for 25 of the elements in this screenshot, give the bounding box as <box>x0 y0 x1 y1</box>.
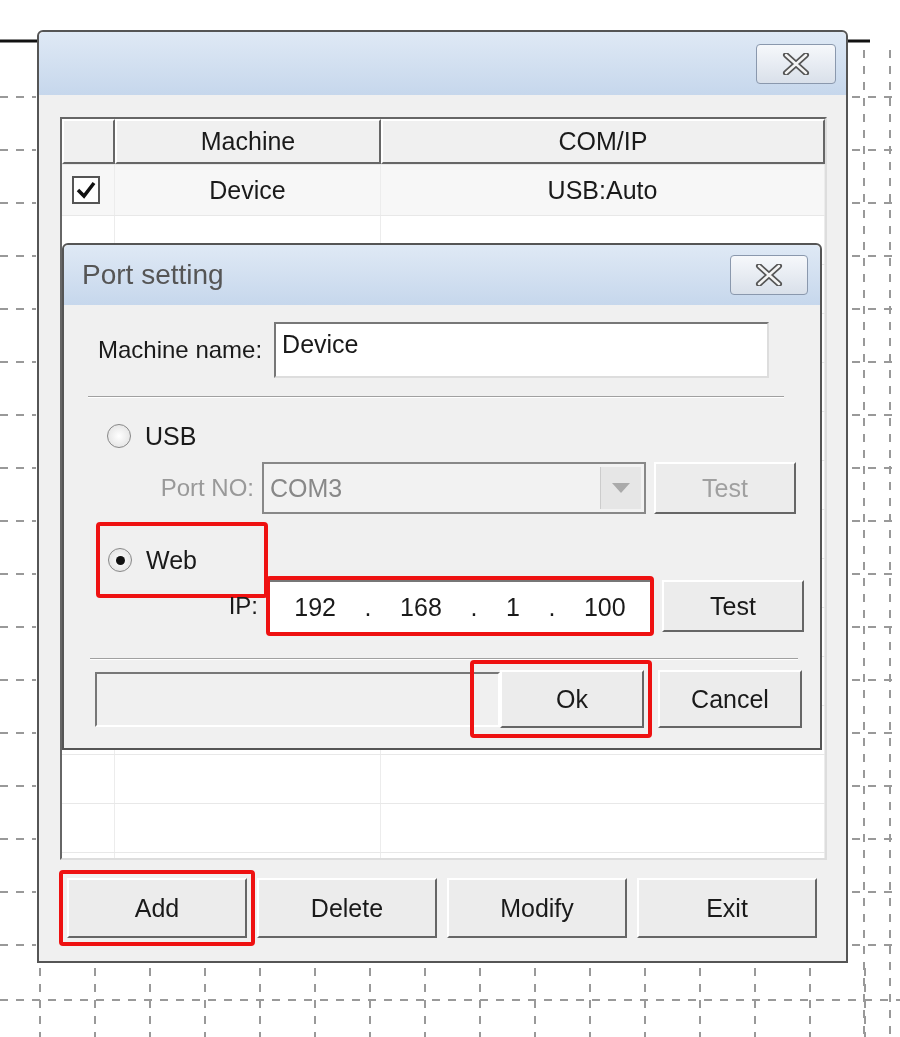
column-header[interactable]: Machine <box>115 119 381 164</box>
radio-button[interactable]: Web <box>100 536 211 584</box>
table-cell: Device <box>115 165 381 215</box>
action-button[interactable]: Add <box>67 878 247 938</box>
radio-button[interactable]: USB <box>99 412 211 460</box>
action-button[interactable]: Delete <box>257 878 437 938</box>
table-cell: USB:Auto <box>381 165 825 215</box>
dialog-title: Port setting <box>82 259 224 291</box>
close-button[interactable] <box>756 44 836 84</box>
cancel-button[interactable]: Cancel <box>658 670 802 728</box>
close-icon <box>781 53 811 75</box>
machine-name-field[interactable]: Device <box>274 322 770 378</box>
checkbox[interactable] <box>72 176 100 204</box>
field-label: Machine name: <box>98 336 263 364</box>
field-label: Port NO: <box>159 474 255 502</box>
action-button[interactable]: Modify <box>447 878 627 938</box>
close-icon <box>754 264 784 286</box>
column-header[interactable]: COM/IP <box>381 119 825 164</box>
dropdown-arrow-icon <box>612 483 630 493</box>
ok-button[interactable]: Ok <box>500 670 644 728</box>
ip-address-field[interactable]: 192 . 168 . 1 . 100 <box>270 580 650 632</box>
test-button[interactable]: Test <box>662 580 804 632</box>
field-label: IP: <box>227 592 259 620</box>
close-button[interactable] <box>730 255 808 295</box>
action-button[interactable]: Exit <box>637 878 817 938</box>
